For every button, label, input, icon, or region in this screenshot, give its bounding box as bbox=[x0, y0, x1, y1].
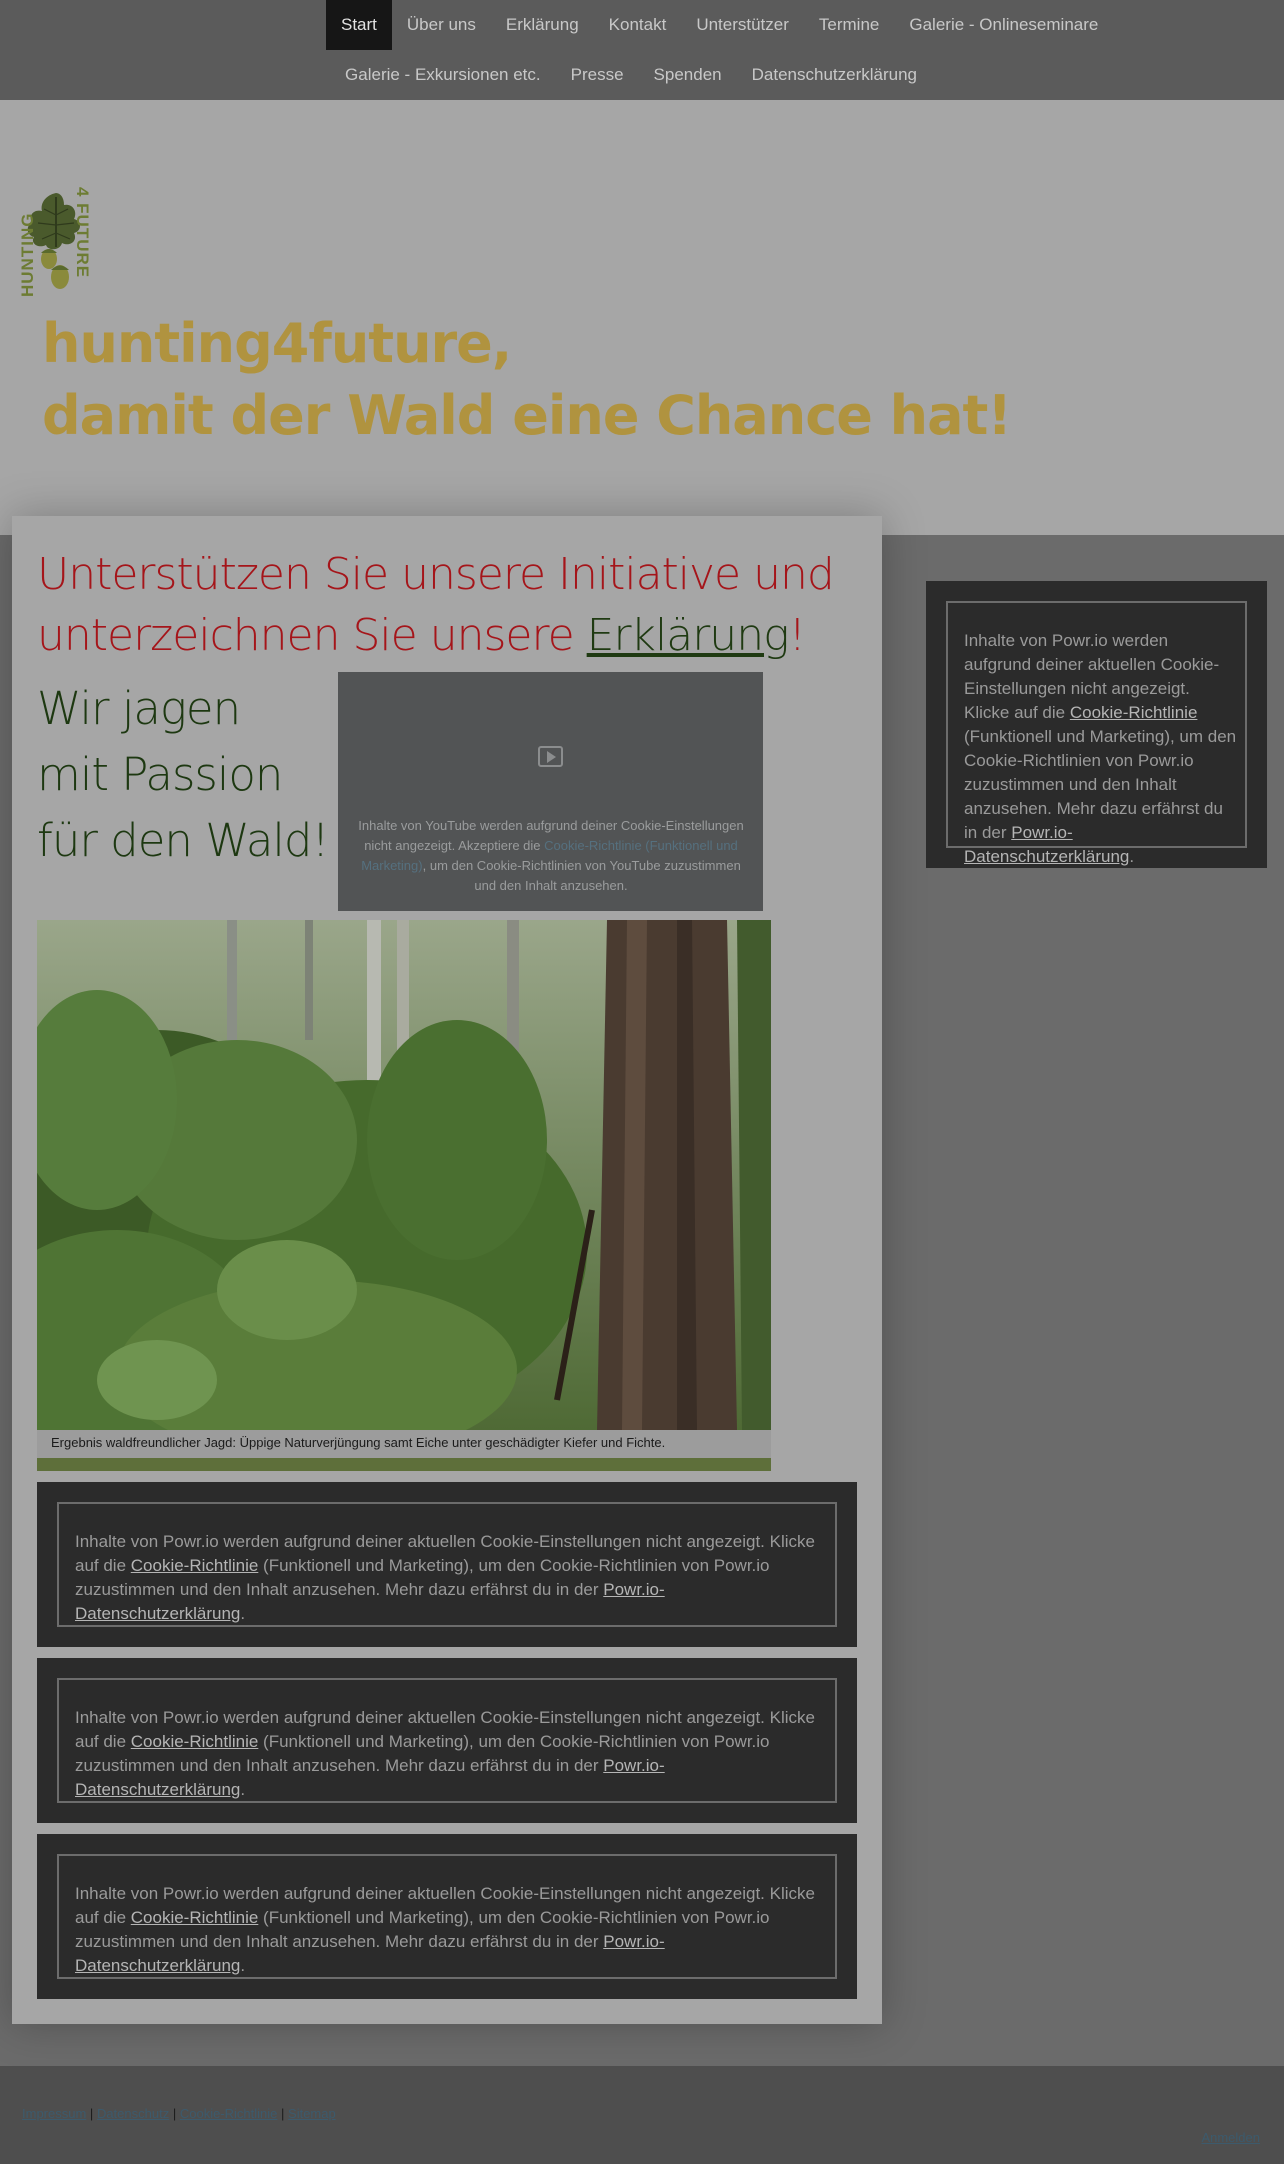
nav-row-primary: Start Über uns Erklärung Kontakt Unterst… bbox=[326, 0, 1113, 50]
nav-item-unterstuetzer[interactable]: Unterstützer bbox=[681, 0, 804, 50]
nav-row-secondary: Galerie - Exkursionen etc. Presse Spende… bbox=[330, 50, 932, 100]
youtube-placeholder: Inhalte von YouTube werden aufgrund dein… bbox=[338, 672, 763, 911]
powr-notice-text-end: . bbox=[1129, 847, 1135, 866]
page-footer: Impressum | Datenschutz | Cookie-Richtli… bbox=[0, 2066, 1284, 2164]
nav-item-kontakt[interactable]: Kontakt bbox=[594, 0, 682, 50]
nav-item-galerie-exkursionen[interactable]: Galerie - Exkursionen etc. bbox=[330, 50, 556, 100]
photo-caption-bar: Ergebnis waldfreundlicher Jagd: Üppige N… bbox=[37, 1430, 771, 1458]
footer-link-datenschutz[interactable]: Datenschutz bbox=[97, 2106, 169, 2121]
nav-item-spenden[interactable]: Spenden bbox=[639, 50, 737, 100]
cookie-policy-link[interactable]: Cookie-Richtlinie bbox=[1070, 703, 1198, 722]
powr-notice-text-middle: (Funktionell und Marketing), um den Cook… bbox=[964, 727, 1237, 842]
erklaerung-link[interactable]: Erklärung bbox=[587, 610, 790, 661]
powr-notice-frame: Inhalte von Powr.io werden aufgrund dein… bbox=[57, 1502, 837, 1627]
logo-text-hunting: HUNTING bbox=[18, 212, 37, 297]
nav-item-galerie-onlineseminare[interactable]: Galerie - Onlineseminare bbox=[894, 0, 1113, 50]
site-logo[interactable]: HUNTING 4 FUTURE bbox=[16, 185, 96, 300]
page-headline: hunting4future, damit der Wald eine Chan… bbox=[42, 308, 1012, 452]
footer-links: Impressum | Datenschutz | Cookie-Richtli… bbox=[22, 2106, 336, 2121]
youtube-cookie-notice: Inhalte von YouTube werden aufgrund dein… bbox=[352, 816, 750, 896]
photo-caption: Ergebnis waldfreundlicher Jagd: Üppige N… bbox=[51, 1435, 666, 1450]
youtube-notice-text-end: , um den Cookie-Richtlinien von YouTube … bbox=[422, 858, 741, 893]
nav-item-datenschutzerklaerung[interactable]: Datenschutzerklärung bbox=[737, 50, 932, 100]
footer-login-link[interactable]: Anmelden bbox=[1201, 2130, 1260, 2145]
powr-cookie-notice: Inhalte von Powr.io werden aufgrund dein… bbox=[75, 1706, 821, 1802]
passion-line-3: für den Wald! bbox=[37, 814, 330, 867]
nav-item-start[interactable]: Start bbox=[326, 0, 392, 50]
headline-line-2: damit der Wald eine Chance hat! bbox=[42, 384, 1012, 447]
lead-suffix: ! bbox=[788, 610, 806, 661]
powr-notice-text-end: . bbox=[240, 1780, 246, 1799]
footer-link-cookie-richtlinie[interactable]: Cookie-Richtlinie bbox=[180, 2106, 278, 2121]
powr-placeholder-3: Inhalte von Powr.io werden aufgrund dein… bbox=[37, 1834, 857, 1999]
nav-item-ueber-uns[interactable]: Über uns bbox=[392, 0, 491, 50]
page-header: HUNTING 4 FUTURE hunting4future, damit d… bbox=[0, 100, 1284, 535]
sidebar-powr-placeholder: Inhalte von Powr.io werden aufgrund dein… bbox=[926, 581, 1267, 868]
nav-item-erklaerung[interactable]: Erklärung bbox=[491, 0, 594, 50]
cookie-policy-link[interactable]: Cookie-Richtlinie bbox=[131, 1732, 259, 1751]
powr-placeholder-1: Inhalte von Powr.io werden aufgrund dein… bbox=[37, 1482, 857, 1647]
powr-notice-text-end: . bbox=[240, 1604, 246, 1623]
powr-notice-frame: Inhalte von Powr.io werden aufgrund dein… bbox=[57, 1678, 837, 1803]
top-navigation: Start Über uns Erklärung Kontakt Unterst… bbox=[0, 0, 1284, 100]
footer-link-sitemap[interactable]: Sitemap bbox=[288, 2106, 336, 2121]
footer-separator: | bbox=[89, 2106, 94, 2121]
powr-notice-text-end: . bbox=[240, 1956, 246, 1975]
lead-paragraph: Unterstützen Sie unsere Initiative und u… bbox=[37, 544, 857, 666]
cookie-policy-link[interactable]: Cookie-Richtlinie bbox=[131, 1908, 259, 1927]
logo-text-4future: 4 FUTURE bbox=[73, 187, 92, 279]
forest-image bbox=[37, 920, 771, 1430]
photo-bottom-strip bbox=[37, 1458, 771, 1471]
passion-text: Wir jagen mit Passion für den Wald! bbox=[37, 676, 330, 874]
powr-notice-frame: Inhalte von Powr.io werden aufgrund dein… bbox=[946, 601, 1247, 866]
passion-line-2: mit Passion bbox=[37, 748, 283, 801]
cookie-policy-link[interactable]: Cookie-Richtlinie bbox=[131, 1556, 259, 1575]
forest-photo bbox=[37, 920, 771, 1430]
footer-link-impressum[interactable]: Impressum bbox=[22, 2106, 86, 2121]
video-play-icon bbox=[538, 746, 563, 767]
passion-line-1: Wir jagen bbox=[37, 682, 241, 735]
powr-notice-frame: Inhalte von Powr.io werden aufgrund dein… bbox=[57, 1854, 837, 1979]
headline-line-1: hunting4future, bbox=[42, 312, 512, 375]
footer-separator: | bbox=[281, 2106, 285, 2121]
powr-placeholder-2: Inhalte von Powr.io werden aufgrund dein… bbox=[37, 1658, 857, 1823]
nav-item-presse[interactable]: Presse bbox=[556, 50, 639, 100]
powr-cookie-notice: Inhalte von Powr.io werden aufgrund dein… bbox=[75, 1530, 821, 1626]
footer-separator: | bbox=[172, 2106, 177, 2121]
powr-cookie-notice: Inhalte von Powr.io werden aufgrund dein… bbox=[75, 1882, 821, 1978]
powr-cookie-notice: Inhalte von Powr.io werden aufgrund dein… bbox=[964, 629, 1237, 869]
nav-item-termine[interactable]: Termine bbox=[804, 0, 894, 50]
main-content-card: Unterstützen Sie unsere Initiative und u… bbox=[12, 516, 882, 2024]
